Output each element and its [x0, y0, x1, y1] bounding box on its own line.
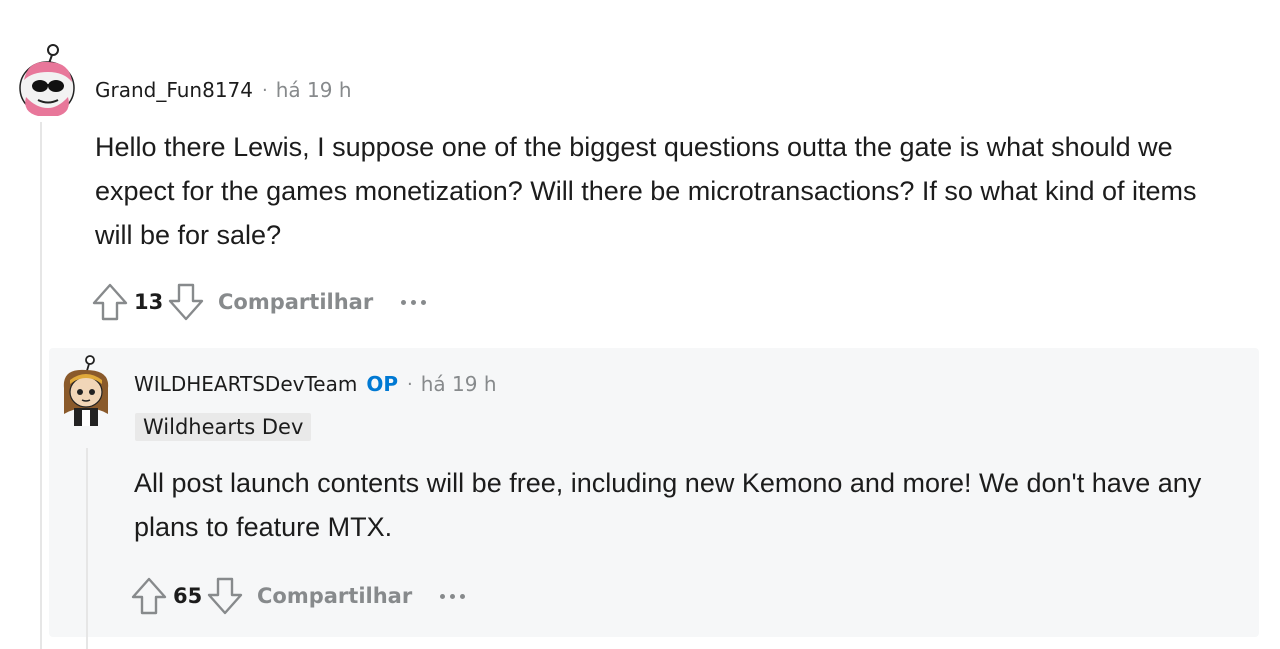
more-options-icon[interactable] [440, 593, 466, 599]
downvote-arrow-icon [168, 283, 204, 321]
share-button[interactable]: Compartilhar [257, 584, 412, 608]
vote-score: 65 [173, 584, 203, 608]
reply-avatar[interactable] [58, 354, 114, 430]
downvote-button[interactable] [166, 282, 206, 322]
comment-meta: Grand_Fun8174 · há 19 h [95, 78, 352, 102]
upvote-arrow-icon [131, 577, 167, 615]
snoo-avatar-icon [19, 44, 75, 116]
thread-line[interactable] [40, 122, 42, 649]
meta-separator: · [407, 373, 413, 395]
user-flair: Wildhearts Dev [135, 413, 312, 441]
reply-text: All post launch contents will be free, i… [134, 468, 1202, 542]
timestamp-link[interactable]: há 19 h [276, 78, 352, 102]
avatar[interactable] [18, 42, 76, 120]
reply-thread-line[interactable] [86, 448, 88, 649]
comment-text: Hello there Lewis, I suppose one of the … [95, 132, 1197, 250]
more-options-icon[interactable] [401, 299, 427, 305]
comment-actions: 13 Compartilhar [90, 282, 427, 322]
dev-snoo-avatar-icon [63, 355, 109, 426]
reply-actions: 65 Compartilhar [129, 576, 466, 616]
downvote-button[interactable] [205, 576, 245, 616]
reply-meta: WILDHEARTSDevTeam OP · há 19 h [134, 372, 497, 396]
upvote-arrow-icon [92, 283, 128, 321]
meta-separator: · [262, 79, 268, 101]
upvote-button[interactable] [129, 576, 169, 616]
username-link[interactable]: Grand_Fun8174 [95, 78, 253, 102]
vote-score: 13 [134, 290, 164, 314]
op-badge: OP [366, 372, 399, 396]
reply-timestamp-link[interactable]: há 19 h [421, 372, 497, 396]
downvote-arrow-icon [207, 577, 243, 615]
share-button[interactable]: Compartilhar [218, 290, 373, 314]
upvote-button[interactable] [90, 282, 130, 322]
reply-username-link[interactable]: WILDHEARTSDevTeam [134, 372, 357, 396]
